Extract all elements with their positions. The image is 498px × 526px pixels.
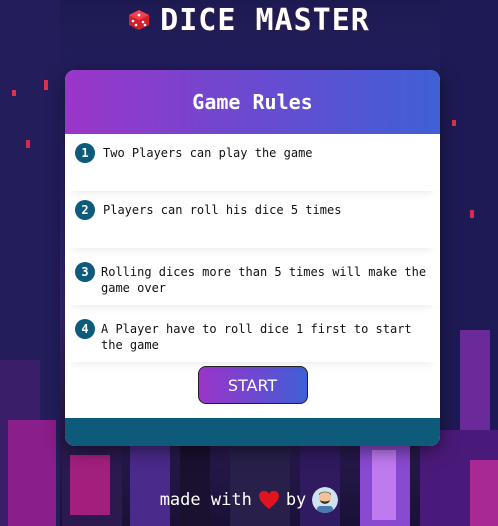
rule-item: 2 Players can roll his dice 5 times [65, 191, 440, 248]
rule-text: Rolling dices more than 5 times will mak… [101, 265, 427, 295]
rule-text: Two Players can play the game [103, 146, 313, 160]
rule-text: A Player have to roll dice 1 first to st… [101, 322, 412, 352]
game-rules-card: Game Rules 1 Two Players can play the ga… [65, 70, 440, 446]
start-area: START [65, 362, 440, 416]
die-icon [129, 10, 150, 30]
app-title: DICE MASTER [160, 2, 370, 38]
rule-number-badge: 4 [75, 319, 95, 339]
rule-item: 4 A Player have to roll dice 1 first to … [65, 305, 440, 362]
app-header: DICE MASTER [0, 2, 498, 38]
card-title: Game Rules [192, 90, 313, 114]
rule-item: 1 Two Players can play the game [65, 134, 440, 191]
heart-icon [258, 490, 279, 510]
card-footer-bar [65, 418, 440, 446]
rules-list: 1 Two Players can play the game 2 Player… [65, 134, 440, 362]
rule-item: 3 Rolling dices more than 5 times will m… [65, 248, 440, 305]
rule-number-badge: 1 [75, 143, 95, 163]
by-text: by [285, 490, 307, 510]
start-button[interactable]: START [197, 366, 308, 404]
rule-text: Players can roll his dice 5 times [103, 203, 342, 217]
rule-number-badge: 3 [75, 262, 95, 282]
card-header: Game Rules [65, 70, 440, 134]
made-with-text: made with [159, 490, 252, 510]
rule-number-badge: 2 [75, 200, 95, 220]
made-with-credit: made with by [0, 487, 498, 513]
developer-avatar [312, 487, 339, 513]
